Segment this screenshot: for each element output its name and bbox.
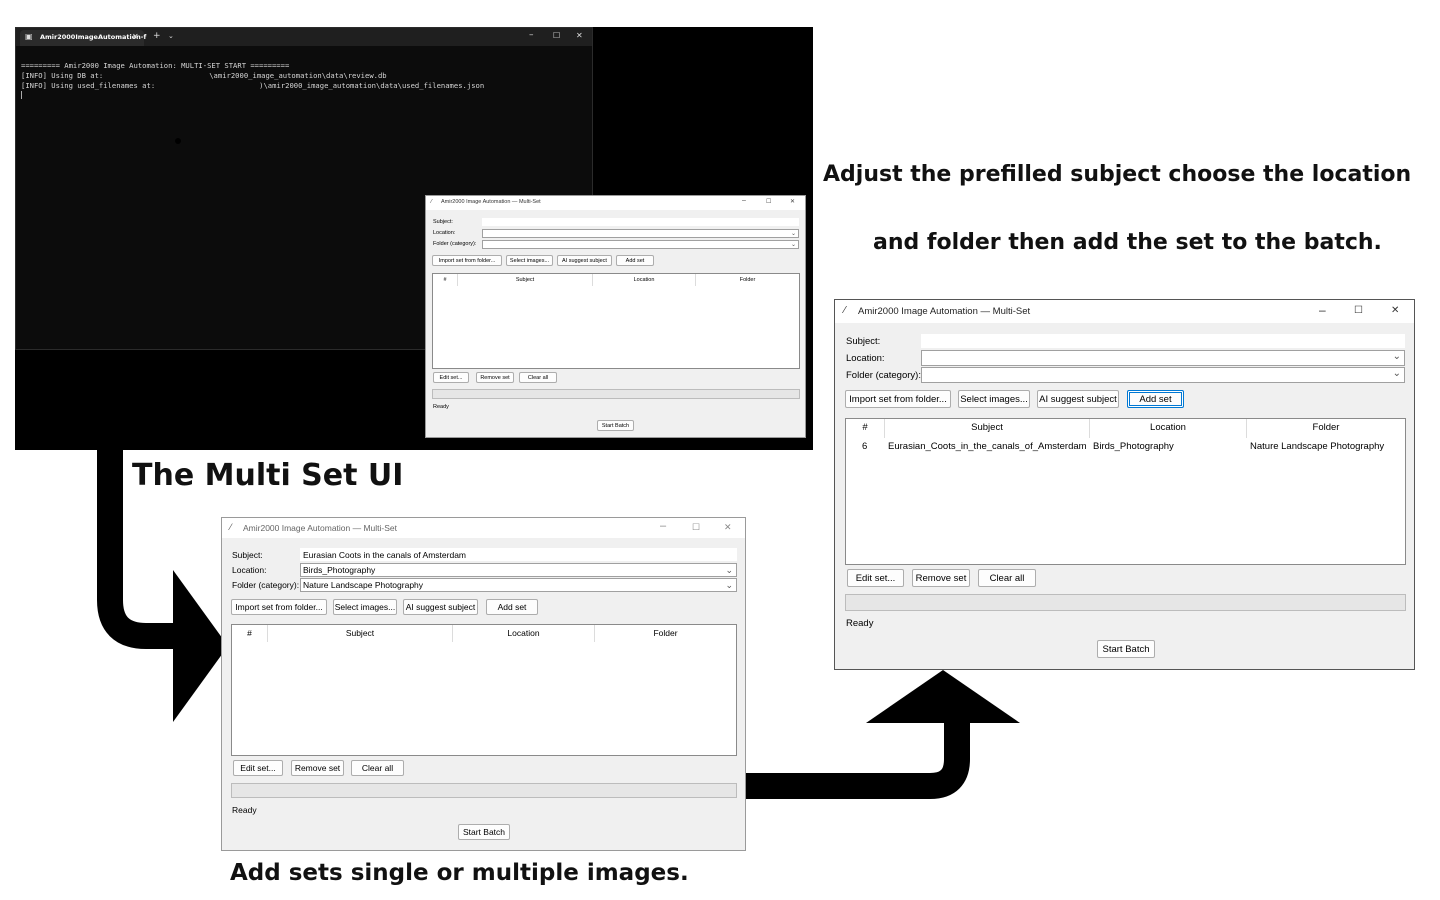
folder-value: Nature Landscape Photography [303,580,424,590]
column-header-location[interactable]: Location [1090,419,1247,438]
multiset-window-filled: ⁄ Amir2000 Image Automation — Multi-Set … [221,517,746,851]
maximize-icon[interactable]: ☐ [692,522,700,533]
subject-label: Subject: [846,336,881,347]
column-header-subject[interactable]: Subject [268,625,453,642]
row-location: Birds_Photography [1093,441,1174,452]
sets-table[interactable]: # Subject Location Folder 6 Eurasian_Coo… [845,418,1406,565]
clear-all-button[interactable]: Clear all [978,569,1036,587]
start-batch-button[interactable]: Start Batch [458,824,510,840]
chevron-down-icon: ⌄ [725,565,733,575]
titlebar: ⁄ Amir2000 Image Automation — Multi-Set … [222,518,745,538]
status-text: Ready [232,805,257,815]
chevron-down-icon: ⌄ [1392,351,1401,362]
column-header-num[interactable]: # [846,419,885,438]
arrowhead-right [173,570,228,722]
location-label: Location: [846,353,885,364]
edit-set-button[interactable]: Edit set... [847,569,904,587]
column-header-num[interactable]: # [232,625,268,642]
add-set-button[interactable]: Add set [486,599,538,615]
column-header-folder[interactable]: Folder [595,625,736,642]
location-combobox[interactable]: Birds_Photography ⌄ [300,563,737,577]
progress-bar [845,594,1406,611]
progress-bar [231,783,737,798]
minimize-icon[interactable]: – [1319,303,1326,317]
subject-input[interactable] [921,334,1405,348]
subject-label: Subject: [232,550,263,560]
row-num: 6 [862,441,868,452]
table-row[interactable]: 6 Eurasian_Coots_in_the_canals_of_Amster… [846,438,1405,455]
feather-icon: ⁄ [230,522,232,532]
minimize-icon[interactable]: – [660,520,666,532]
sets-table[interactable]: # Subject Location Folder [231,624,737,756]
arrowhead-up [866,670,1020,723]
close-icon[interactable]: ✕ [1391,305,1399,316]
maximize-icon[interactable]: ☐ [1354,305,1363,316]
clear-all-button[interactable]: Clear all [351,760,404,776]
select-images-button[interactable]: Select images... [333,599,397,615]
location-label: Location: [232,565,267,575]
window-title: Amir2000 Image Automation — Multi-Set [243,523,398,533]
ai-suggest-subject-button[interactable]: AI suggest subject [1037,390,1119,408]
close-icon[interactable]: ✕ [724,522,732,533]
caption-add-sets: Add sets single or multiple images. [230,860,689,886]
ai-suggest-subject-button[interactable]: AI suggest subject [403,599,478,615]
row-folder: Nature Landscape Photography [1250,441,1385,452]
status-text: Ready [846,618,874,629]
feather-icon: ⁄ [844,305,846,316]
column-header-subject[interactable]: Subject [885,419,1090,438]
chevron-down-icon: ⌄ [725,580,733,590]
arrow-to-right-window [746,718,970,799]
caption-adjust-line1: Adjust the prefilled subject choose the … [823,162,1412,187]
remove-set-button[interactable]: Remove set [912,569,970,587]
row-subject: Eurasian_Coots_in_the_canals_of_Amsterda… [888,441,1087,452]
import-set-button[interactable]: Import set from folder... [845,390,951,408]
folder-label: Folder (category): [232,580,300,590]
window-title: Amir2000 Image Automation — Multi-Set [858,306,1031,317]
folder-combobox[interactable]: Nature Landscape Photography ⌄ [300,578,737,592]
column-header-folder[interactable]: Folder [1247,419,1405,438]
select-images-button[interactable]: Select images... [958,390,1030,408]
remove-set-button[interactable]: Remove set [291,760,344,776]
add-set-button[interactable]: Add set [1127,390,1184,408]
edit-set-button[interactable]: Edit set... [233,760,283,776]
caption-adjust-line2: and folder then add the set to the batch… [873,230,1382,255]
folder-label: Folder (category): [846,370,921,381]
folder-combobox[interactable]: ⌄ [921,367,1405,383]
location-value: Birds_Photography [303,565,376,575]
column-header-location[interactable]: Location [453,625,595,642]
import-set-button[interactable]: Import set from folder... [231,599,327,615]
start-batch-button[interactable]: Start Batch [1097,640,1155,658]
location-combobox[interactable]: ⌄ [921,350,1405,366]
multiset-window-added: ⁄ Amir2000 Image Automation — Multi-Set … [834,299,1415,670]
subject-input[interactable]: Eurasian Coots in the canals of Amsterda… [300,548,737,561]
chevron-down-icon: ⌄ [1392,368,1401,379]
titlebar: ⁄ Amir2000 Image Automation — Multi-Set … [835,300,1414,323]
caption-multi-set: The Multi Set UI [132,458,404,493]
